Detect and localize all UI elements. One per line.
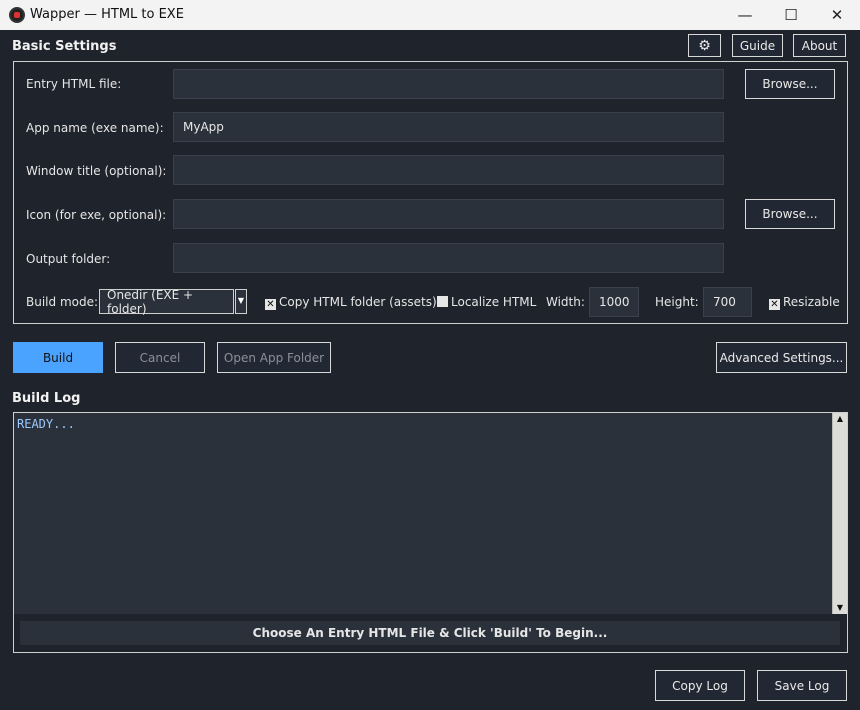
localize-html-label: Localize HTML [451,295,537,309]
width-label: Width: [546,295,585,309]
title-bar: Wapper — HTML to EXE — ☐ ✕ [0,0,860,30]
resizable-label: Resizable [783,295,840,309]
localize-html-checkbox[interactable]: Localize HTML [437,295,536,309]
browse-entry-button[interactable]: Browse... [745,69,835,99]
resizable-checkbox[interactable]: ✕ Resizable [769,295,840,310]
build-button[interactable]: Build [13,342,103,373]
close-button[interactable]: ✕ [814,0,860,30]
basic-settings-frame [13,61,848,324]
status-bar: Choose An Entry HTML File & Click 'Build… [20,621,840,645]
icon-input[interactable] [173,199,724,229]
checkbox-checked-icon: ✕ [769,299,780,310]
build-mode-label: Build mode: [26,295,99,309]
checkbox-checked-icon: ✕ [265,299,276,310]
settings-gear-button[interactable]: ⚙ [688,34,721,57]
app-icon [9,7,25,23]
basic-settings-heading: Basic Settings [12,39,117,54]
chevron-down-icon[interactable]: ▼ [235,289,247,314]
log-scrollbar[interactable]: ▲ ▼ [832,413,847,614]
output-folder-label: Output folder: [26,252,111,266]
copy-log-button[interactable]: Copy Log [655,670,745,701]
maximize-button[interactable]: ☐ [768,0,814,30]
build-mode-select[interactable]: Onedir (EXE + folder) [99,288,234,316]
height-input[interactable]: 700 [703,287,752,317]
window-title-label: Window title (optional): [26,164,167,178]
about-button[interactable]: About [793,34,846,57]
app-name-input[interactable]: MyApp [173,112,724,142]
scroll-down-icon[interactable]: ▼ [833,602,847,614]
build-log-text[interactable]: READY... [14,413,832,614]
minimize-button[interactable]: — [722,0,768,30]
advanced-settings-button[interactable]: Advanced Settings... [716,342,847,373]
entry-html-input[interactable] [173,69,724,99]
app-name-label: App name (exe name): [26,121,164,135]
icon-label: Icon (for exe, optional): [26,208,167,222]
copy-html-checkbox[interactable]: ✕ Copy HTML folder (assets) [265,295,437,310]
browse-icon-button[interactable]: Browse... [745,199,835,229]
checkbox-unchecked-icon [437,296,448,307]
width-input[interactable]: 1000 [589,287,639,317]
window-title-input[interactable] [173,155,724,185]
scroll-up-icon[interactable]: ▲ [833,413,847,425]
guide-button[interactable]: Guide [732,34,783,57]
open-app-folder-button[interactable]: Open App Folder [217,342,331,373]
save-log-button[interactable]: Save Log [757,670,847,701]
copy-html-label: Copy HTML folder (assets) [279,295,437,309]
entry-html-label: Entry HTML file: [26,77,122,91]
output-folder-input[interactable] [173,243,724,273]
height-label: Height: [655,295,699,309]
window-title: Wapper — HTML to EXE [30,7,184,22]
cancel-button[interactable]: Cancel [115,342,205,373]
gear-icon: ⚙ [698,37,711,54]
build-log-heading: Build Log [12,391,81,406]
